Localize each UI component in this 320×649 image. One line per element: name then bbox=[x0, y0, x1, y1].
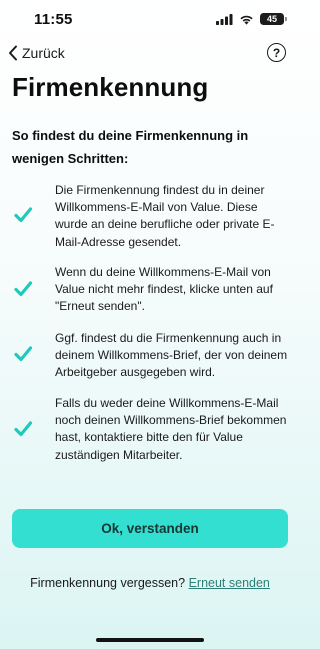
intro-text: So findest du deine Firmenkennung in wen… bbox=[12, 128, 249, 166]
checkmark-icon bbox=[14, 207, 33, 223]
help-icon: ? bbox=[272, 45, 281, 60]
help-button[interactable]: ? bbox=[267, 43, 286, 62]
resend-link[interactable]: Erneut senden bbox=[189, 576, 270, 590]
step-text: Die Firmenkennung findest du in deiner W… bbox=[55, 183, 275, 249]
battery-icon: 45 bbox=[260, 13, 287, 25]
back-button[interactable]: Zurück bbox=[8, 42, 65, 64]
signal-icon bbox=[216, 13, 233, 25]
footer-resend: Firmenkennung vergessen? Erneut senden bbox=[0, 576, 300, 590]
step-text: Ggf. findest du die Firmenkennung auch i… bbox=[55, 331, 288, 380]
list-item: Die Firmenkennung findest du in deiner W… bbox=[0, 180, 300, 268]
status-time: 11:55 bbox=[34, 11, 73, 28]
status-icons: 45 bbox=[216, 12, 287, 26]
checkmark-icon bbox=[14, 281, 33, 297]
step-text: Wenn du deine Willkommens-E-Mail von Val… bbox=[55, 265, 273, 314]
checkmark-icon bbox=[14, 346, 33, 362]
home-indicator bbox=[96, 638, 204, 642]
checkmark-icon bbox=[14, 421, 33, 437]
battery-level: 45 bbox=[266, 14, 277, 24]
chevron-left-icon bbox=[9, 45, 17, 61]
nav-bar: Zurück ? bbox=[0, 42, 300, 64]
step-text: Falls du weder deine Willkommens-E-Mail … bbox=[55, 396, 287, 462]
footer-prompt: Firmenkennung vergessen? bbox=[30, 576, 186, 590]
status-bar: 11:55 45 bbox=[0, 0, 300, 40]
ok-understood-button[interactable]: Ok, verstanden bbox=[12, 509, 288, 548]
wifi-icon bbox=[240, 15, 253, 25]
list-item: Falls du weder deine Willkommens-E-Mail … bbox=[0, 395, 300, 483]
page-title: Firmenkennung bbox=[12, 72, 209, 102]
back-label: Zurück bbox=[22, 45, 65, 61]
